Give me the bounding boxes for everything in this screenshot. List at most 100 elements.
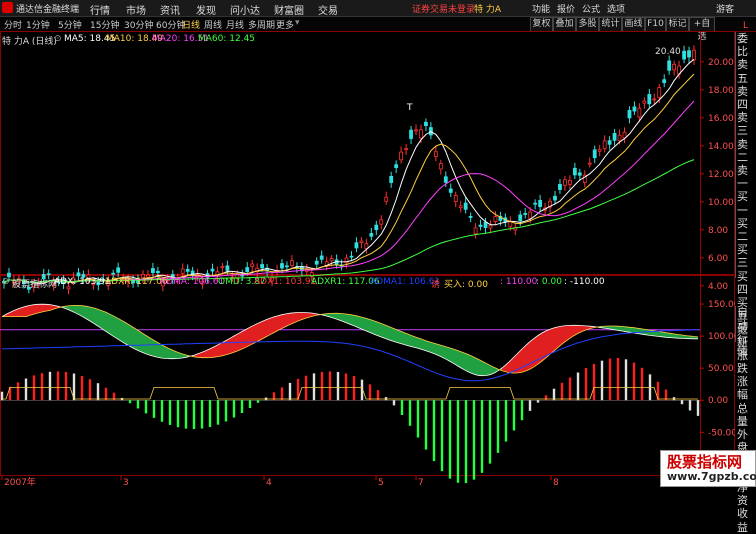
adx-ribbon	[114, 316, 118, 340]
main-chart-frame	[0, 31, 735, 275]
histogram-bar	[216, 400, 220, 425]
adx-ribbon	[426, 340, 430, 353]
histogram-bar	[552, 388, 556, 401]
histogram-bar	[24, 378, 28, 401]
candle-body	[290, 260, 294, 266]
adx-ribbon	[266, 318, 270, 337]
adx-ribbon	[466, 353, 470, 373]
adx-ribbon	[126, 322, 130, 347]
indicator-settings-icon[interactable]: ⊙	[2, 277, 10, 287]
histogram-bar	[160, 400, 164, 422]
histogram-bar	[592, 363, 596, 401]
adx-ribbon	[42, 304, 46, 312]
candle-body	[488, 224, 493, 229]
candle-body	[329, 258, 334, 262]
adx-ribbon	[394, 328, 398, 343]
candle-body	[438, 163, 443, 170]
adx-ribbon	[154, 340, 158, 358]
histogram-bar	[176, 400, 180, 428]
histogram-bar	[192, 400, 196, 430]
histogram-bar	[312, 373, 316, 401]
histogram-bar	[632, 362, 636, 401]
kline-chart[interactable]: 20.00 18.00 16.00 14.00 12.00 10.00 8.00 6.00 4.…	[0, 0, 735, 487]
candle-body	[563, 179, 567, 186]
date-tick-label: 7	[418, 478, 424, 487]
histogram-bar	[352, 376, 356, 401]
date-tick-label: 4	[266, 478, 272, 487]
histogram-bar	[280, 387, 284, 401]
histogram-bar	[416, 400, 420, 438]
candle-body	[597, 149, 602, 152]
histogram-bar	[472, 400, 476, 480]
histogram-bar	[224, 400, 228, 422]
quote-sidebar: 委比卖五卖四卖三卖二卖一买一买二买三买四买五最新涨跌涨幅总量外盘换手净资收益	[735, 32, 756, 534]
adx-ribbon	[102, 310, 106, 332]
adx-ribbon	[458, 350, 462, 369]
adx-ribbon	[474, 357, 478, 376]
adx-ribbon	[242, 329, 246, 349]
candle-body	[453, 195, 458, 202]
ma-line	[3, 100, 695, 284]
histogram-bar	[568, 377, 572, 401]
level2-icon: L	[743, 21, 749, 31]
watermark: 股票指标网 www.7gpzb.com	[660, 450, 756, 487]
sidebar-row: 卖四	[737, 84, 748, 112]
histogram-bar	[288, 382, 292, 401]
sidebar-row: 卖一	[737, 164, 748, 191]
candle-body	[667, 60, 672, 71]
indicator-name: 股票指标网	[12, 280, 58, 290]
candle-body	[384, 196, 389, 202]
sidebar-row: 收益	[737, 507, 748, 534]
histogram-bar	[408, 400, 412, 426]
candle-body	[558, 183, 562, 190]
adx-ribbon	[386, 325, 390, 341]
histogram-bar	[584, 367, 588, 401]
candle-body	[66, 286, 71, 290]
indicator-value-label: ADX: 103.91	[54, 277, 111, 287]
adx-ribbon	[278, 314, 282, 331]
candle-body	[463, 202, 468, 210]
adx-ribbon	[150, 337, 154, 357]
adx-ribbon	[22, 306, 26, 317]
adx-ribbon	[274, 315, 278, 333]
histogram-bar	[448, 400, 452, 479]
candle-body	[225, 265, 230, 271]
indicator-value-label: ADX1: 103.91	[254, 277, 317, 287]
histogram-bar	[168, 400, 172, 425]
candle-body	[111, 272, 116, 275]
histogram-bar	[456, 400, 460, 483]
auto-quote-label[interactable]: 行情	[736, 332, 756, 358]
histogram-bar	[32, 375, 36, 401]
histogram-bar	[688, 400, 692, 411]
candle-body	[185, 268, 190, 272]
sidebar-row: 买四	[737, 269, 748, 296]
candle-body	[76, 272, 81, 277]
candle-body	[617, 134, 622, 142]
adx-ribbon	[138, 330, 142, 353]
histogram-bar	[504, 400, 508, 442]
histogram-bar	[640, 367, 644, 401]
adx-ribbon	[554, 326, 558, 351]
date-tick-label: 8	[553, 478, 559, 487]
adx-ribbon	[134, 327, 138, 351]
histogram-bar	[696, 400, 700, 416]
candle-body	[404, 148, 408, 151]
adx-ribbon	[118, 318, 122, 342]
watermark-url: www.7gpzb.com	[667, 470, 756, 483]
date-tick-label: 3	[123, 478, 129, 487]
candle-body	[518, 214, 523, 222]
candle-body	[637, 107, 642, 118]
adx-ribbon	[362, 317, 366, 331]
candle-body	[314, 260, 319, 265]
adx-ribbon	[246, 327, 250, 348]
indicator-value-label: 买入: 0.00	[444, 280, 488, 290]
candle-body	[632, 106, 637, 112]
auto-quote-label[interactable]: 自动	[736, 306, 756, 332]
adx-ribbon	[34, 304, 38, 315]
candle-body	[374, 224, 379, 231]
candle-body	[483, 221, 488, 228]
candle-body	[280, 263, 284, 269]
sidebar-row: 委比	[737, 32, 748, 59]
adx-ribbon	[430, 341, 434, 354]
histogram-bar	[96, 383, 100, 401]
